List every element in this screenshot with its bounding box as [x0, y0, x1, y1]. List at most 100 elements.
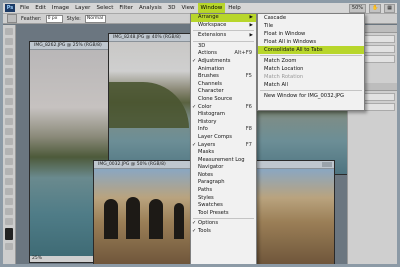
menu-item-label: Options [198, 220, 219, 227]
eyedropper-tool-icon[interactable] [5, 78, 13, 85]
menu-item-arrange[interactable]: Arrange ▶ [191, 14, 256, 22]
blur-tool-icon[interactable] [5, 148, 13, 155]
menu-item-clone-source[interactable]: Clone Source [191, 96, 256, 104]
submenu-item-match-all[interactable]: Match All [258, 81, 364, 89]
menu-item-swatches[interactable]: Swatches [191, 202, 256, 210]
submenu-arrow-icon: ▶ [249, 22, 253, 28]
menu-item-label: History [198, 118, 217, 125]
shortcut-label: F8 [245, 126, 252, 133]
style-select[interactable]: Normal [84, 14, 106, 23]
menu-help[interactable]: Help [225, 3, 244, 13]
menu-item-workspace[interactable]: Workspace ▶ [191, 22, 256, 30]
quick-mask-icon[interactable] [5, 243, 13, 250]
menu-item-label: Tool Presets [198, 209, 229, 216]
submenu-item-float-in-window[interactable]: Float in Window [258, 30, 364, 38]
menu-window[interactable]: Window [197, 3, 226, 13]
menu-3d[interactable]: 3D [165, 3, 179, 13]
history-brush-tool-icon[interactable] [5, 118, 13, 125]
zoom-tool-icon[interactable] [5, 218, 13, 225]
menu-item-tool-presets[interactable]: Tool Presets [191, 210, 256, 218]
menu-layer[interactable]: Layer [72, 3, 93, 13]
lasso-tool-icon[interactable] [5, 48, 13, 55]
shortcut-label: F7 [245, 141, 252, 148]
menu-filter[interactable]: Filter [116, 3, 136, 13]
submenu-item-match-zoom[interactable]: Match Zoom [258, 57, 364, 65]
eraser-tool-icon[interactable] [5, 128, 13, 135]
hand-tool-icon[interactable]: ✋ [369, 3, 382, 13]
menu-item-character[interactable]: Character [191, 88, 256, 96]
submenu-item-consolidate-all-to-tabs[interactable]: Consolidate All to Tabs [258, 46, 364, 54]
menu-edit[interactable]: Edit [32, 3, 49, 13]
style-label: Style: [66, 15, 81, 22]
menu-item-measurement-log[interactable]: Measurement Log [191, 157, 256, 165]
menu-item-history[interactable]: History [191, 119, 256, 127]
crop-tool-icon[interactable] [5, 68, 13, 75]
menu-item-notes[interactable]: Notes [191, 172, 256, 180]
submenu-item-cascade[interactable]: Cascade [258, 14, 364, 22]
menu-item-layer-comps[interactable]: Layer Comps [191, 134, 256, 142]
submenu-item-float-all-in-windows[interactable]: Float All in Windows [258, 38, 364, 46]
menu-item-styles[interactable]: Styles [191, 195, 256, 203]
menu-item-label: Extensions [198, 32, 227, 39]
marquee-tool-icon[interactable] [5, 38, 13, 45]
menu-item-masks[interactable]: Masks [191, 149, 256, 157]
quick-select-tool-icon[interactable] [5, 58, 13, 65]
arch-shape [104, 199, 118, 239]
menu-item-channels[interactable]: Channels [191, 81, 256, 89]
photoshop-window: Ps File Edit Image Layer Select Filter A… [3, 3, 397, 264]
marquee-tool-icon[interactable] [7, 14, 17, 23]
menu-item-adjustments[interactable]: ✓ Adjustments [191, 58, 256, 66]
shortcut-label: Alt+F9 [234, 50, 252, 57]
menu-item-label: Actions [198, 50, 217, 57]
submenu-item-new-window-for-img-0032-jpg[interactable]: New Window for IMG_0032.JPG [258, 92, 364, 100]
submenu-item-tile[interactable]: Tile [258, 22, 364, 30]
submenu-item-match-location[interactable]: Match Location [258, 65, 364, 73]
feather-input[interactable]: 0 px [45, 14, 63, 23]
menu-image[interactable]: Image [49, 3, 72, 13]
menu-item-brushes[interactable]: Brushes F5 [191, 73, 256, 81]
shape-tool-icon[interactable] [5, 198, 13, 205]
menu-item-color[interactable]: ✓ Color F6 [191, 104, 256, 112]
arrange-documents-icon[interactable]: ▦ [384, 3, 395, 13]
dodge-tool-icon[interactable] [5, 158, 13, 165]
zoom-readout[interactable]: 25% [32, 256, 42, 261]
brush-tool-icon[interactable] [5, 98, 13, 105]
menu-select[interactable]: Select [93, 3, 116, 13]
checkmark-icon: ✓ [192, 141, 197, 148]
color-swatch-icon[interactable] [5, 228, 13, 240]
menu-item-animation[interactable]: Animation [191, 66, 256, 74]
window-controls-icon[interactable] [322, 162, 332, 167]
menu-item-info[interactable]: Info F8 [191, 126, 256, 134]
path-select-tool-icon[interactable] [5, 188, 13, 195]
menu-item-paths[interactable]: Paths [191, 187, 256, 195]
menu-item-histogram[interactable]: Histogram [191, 111, 256, 119]
type-tool-icon[interactable] [5, 178, 13, 185]
menu-item-3d[interactable]: 3D [191, 43, 256, 51]
zoom-level[interactable]: 50% [348, 3, 367, 13]
healing-tool-icon[interactable] [5, 88, 13, 95]
menu-item-label: Character [198, 88, 224, 95]
menu-item-paragraph[interactable]: Paragraph [191, 179, 256, 187]
menu-item-actions[interactable]: Actions Alt+F9 [191, 50, 256, 58]
menu-item-navigator[interactable]: Navigator [191, 164, 256, 172]
menu-item-label: Paths [198, 187, 213, 194]
menu-analysis[interactable]: Analysis [136, 3, 165, 13]
pen-tool-icon[interactable] [5, 168, 13, 175]
menu-item-label: Channels [198, 80, 222, 87]
menu-separator [193, 30, 254, 32]
menu-item-label: Tools [198, 228, 211, 235]
gradient-tool-icon[interactable] [5, 138, 13, 145]
move-tool-icon[interactable] [5, 28, 13, 35]
menu-item-label: Brushes [198, 73, 219, 80]
clone-stamp-tool-icon[interactable] [5, 108, 13, 115]
menu-item-options[interactable]: ✓ Options [191, 220, 256, 228]
menu-item-extensions[interactable]: Extensions ▶ [191, 32, 256, 40]
menu-item-layers[interactable]: ✓ Layers F7 [191, 142, 256, 150]
menu-item-tools[interactable]: ✓ Tools [191, 228, 256, 236]
arch-shape [174, 203, 184, 239]
hand-tool-icon[interactable] [5, 208, 13, 215]
menu-separator [193, 218, 254, 220]
menu-items: File Edit Image Layer Select Filter Anal… [17, 3, 244, 13]
menu-file[interactable]: File [17, 3, 32, 13]
menu-view[interactable]: View [178, 3, 197, 13]
